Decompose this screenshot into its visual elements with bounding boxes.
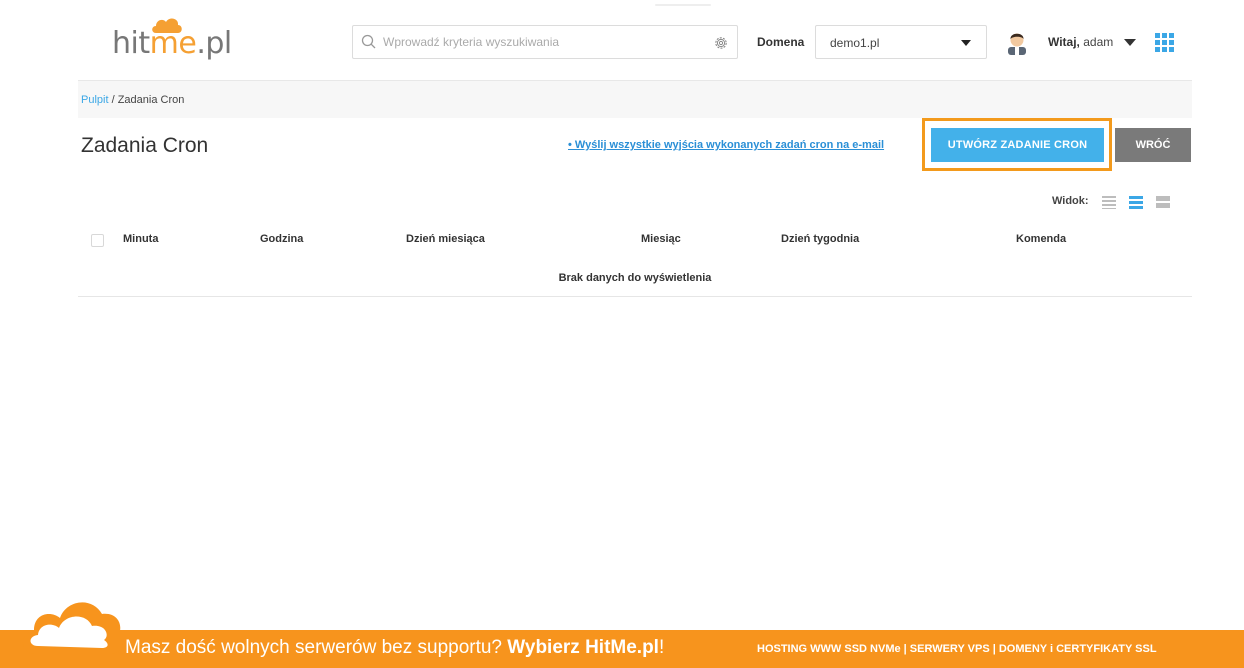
view-compact-icon[interactable] [1102, 195, 1116, 209]
user-menu-chevron-icon[interactable] [1124, 39, 1136, 46]
logo-text: hitme.pl [112, 26, 232, 61]
avatar[interactable] [1005, 29, 1029, 55]
column-header[interactable]: Dzień miesiąca [406, 233, 485, 245]
search-icon [361, 34, 376, 49]
logo[interactable]: hitme.pl [112, 16, 237, 72]
select-all-checkbox[interactable] [91, 234, 104, 247]
create-cron-button[interactable]: UTWÓRZ ZADANIE CRON [931, 128, 1104, 162]
header: hitme.pl Domena demo1.pl Witaj, adam [0, 0, 1244, 80]
cloud-icon [22, 602, 123, 654]
chevron-down-icon [961, 40, 971, 46]
view-wide-icon[interactable] [1156, 195, 1170, 209]
table-header: Minuta Godzina Dzień miesiąca Miesiąc Dz… [78, 225, 1192, 255]
column-header[interactable]: Dzień tygodnia [781, 233, 859, 245]
domain-label: Domena [757, 35, 805, 49]
view-list-icon[interactable] [1129, 195, 1143, 209]
column-header[interactable]: Miesiąc [641, 233, 681, 245]
apps-grid-icon[interactable] [1155, 33, 1175, 53]
footer-slogan: Masz dość wolnych serwerów bez supportu?… [125, 637, 665, 658]
breadcrumb-separator: / [108, 94, 118, 106]
column-header[interactable]: Komenda [1016, 233, 1066, 245]
column-header[interactable]: Minuta [123, 233, 158, 245]
domain-value: demo1.pl [830, 36, 880, 50]
email-output-link[interactable]: • Wyślij wszystkie wyjścia wykonanych za… [568, 139, 884, 151]
breadcrumb-current: Zadania Cron [117, 94, 185, 106]
search-box [352, 25, 738, 59]
back-button[interactable]: WRÓĆ [1115, 128, 1191, 162]
page-title: Zadania Cron [81, 134, 209, 157]
top-divider [655, 4, 711, 6]
empty-table-message: Brak danych do wyświetlenia [78, 262, 1192, 297]
domain-select[interactable]: demo1.pl [815, 25, 987, 59]
search-input[interactable] [383, 31, 703, 53]
gear-icon[interactable] [713, 35, 729, 51]
footer-services: HOSTING WWW SSD NVMe | SERWERY VPS | DOM… [757, 643, 1157, 655]
view-label: Widok: [1052, 195, 1089, 207]
column-header[interactable]: Godzina [260, 233, 303, 245]
breadcrumb: Pulpit / Zadania Cron [78, 81, 1192, 118]
breadcrumb-home-link[interactable]: Pulpit [81, 94, 109, 106]
user-greeting[interactable]: Witaj, adam [1048, 35, 1113, 49]
